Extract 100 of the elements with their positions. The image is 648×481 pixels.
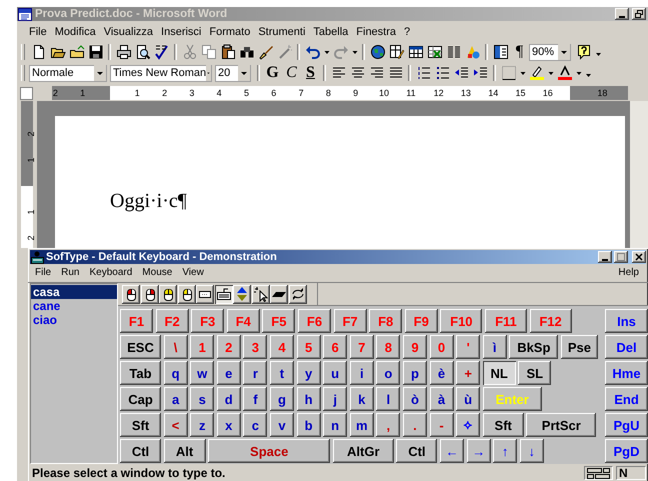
menu-item[interactable]: Inserisci [157, 26, 206, 38]
caret-icon[interactable] [94, 65, 106, 81]
document-icon[interactable] [18, 8, 32, 20]
table-icon[interactable] [408, 44, 424, 60]
scrollbar[interactable] [630, 101, 648, 248]
toolbar-button[interactable] [214, 284, 232, 304]
menu-item[interactable]: File [25, 26, 51, 38]
virtual-key[interactable]: PgU [605, 413, 648, 437]
toolbar-button[interactable] [288, 284, 306, 304]
undo-icon[interactable] [304, 44, 320, 60]
toolbar-button[interactable] [196, 284, 214, 304]
virtual-key[interactable]: Ctl [396, 439, 438, 463]
virtual-key[interactable]: u [323, 361, 348, 385]
word-suggestion[interactable]: cane [31, 299, 117, 313]
virtual-key[interactable]: ì [482, 335, 507, 359]
virtual-key[interactable]: End [605, 387, 648, 411]
menu-item[interactable]: ? [400, 26, 414, 38]
virtual-key[interactable]: s [190, 387, 214, 411]
document-map-icon[interactable] [492, 44, 508, 60]
italic-button[interactable]: C [282, 64, 301, 82]
globe-icon[interactable] [370, 44, 386, 60]
virtual-key[interactable]: x [216, 413, 241, 437]
virtual-key[interactable]: Tab [120, 361, 161, 385]
clipboard-icon[interactable] [220, 44, 236, 60]
minimize-button[interactable] [615, 8, 629, 20]
virtual-key[interactable]: AltGr [332, 439, 394, 463]
menu-item[interactable]: Formato [205, 26, 254, 38]
virtual-key[interactable]: BkSp [509, 335, 558, 359]
toolbar-button[interactable] [140, 284, 158, 304]
virtual-key[interactable]: m [350, 413, 374, 437]
minimize-button[interactable] [598, 251, 612, 263]
menu-item[interactable]: Visualizza [100, 26, 158, 38]
caret-icon[interactable] [558, 44, 570, 60]
help-icon[interactable] [576, 44, 592, 60]
virtual-key[interactable]: ↑ [493, 439, 518, 463]
menu-item[interactable]: Strumenti [254, 26, 310, 38]
virtual-key[interactable]: g [270, 387, 294, 411]
virtual-key[interactable]: ESC [120, 335, 161, 359]
font-color-icon[interactable] [556, 65, 572, 81]
virtual-key[interactable]: ò [402, 387, 427, 411]
toolbar-button[interactable] [252, 284, 270, 304]
toolbar-button[interactable] [122, 284, 140, 304]
spellcheck-icon[interactable] [154, 44, 170, 60]
menu-item[interactable]: Finestra [352, 26, 400, 38]
virtual-key[interactable]: l [376, 387, 400, 411]
word-suggestion[interactable]: casa [31, 285, 117, 299]
toolbar-button[interactable] [233, 284, 251, 304]
virtual-key[interactable]: SL [518, 361, 552, 385]
virtual-key[interactable]: Pse [560, 335, 598, 359]
virtual-key[interactable]: ⟡ [456, 413, 480, 437]
virtual-key[interactable]: h [296, 387, 321, 411]
virtual-key[interactable]: c [243, 413, 268, 437]
menu-item[interactable]: Mouse [137, 266, 178, 278]
menu-item[interactable]: View [177, 266, 209, 278]
menu-item[interactable]: Tabella [309, 26, 352, 38]
virtual-key[interactable]: ù [456, 387, 480, 411]
virtual-key[interactable]: PgD [605, 439, 648, 463]
spreadsheet-icon[interactable] [426, 44, 442, 60]
virtual-key[interactable]: Ctl [120, 439, 161, 463]
close-button[interactable] [632, 251, 646, 263]
restore-button[interactable] [632, 8, 646, 20]
virtual-key[interactable]: q [164, 361, 188, 385]
close-icon[interactable] [635, 253, 643, 261]
virtual-key[interactable]: p [402, 361, 427, 385]
tab-selector[interactable] [20, 86, 33, 100]
folder-icon[interactable] [68, 44, 84, 60]
virtual-key[interactable]: n [323, 413, 348, 437]
zoom-dropdown[interactable]: 90% [529, 44, 571, 60]
print-preview-icon[interactable] [134, 44, 150, 60]
virtual-key[interactable]: r [243, 361, 268, 385]
virtual-key[interactable]: ← [440, 439, 464, 463]
virtual-key[interactable]: a [164, 387, 188, 411]
virtual-key[interactable]: PrtScr [526, 413, 596, 437]
style-dropdown[interactable]: Normale [29, 64, 107, 82]
virtual-key[interactable]: NL [482, 361, 516, 385]
binoculars-icon[interactable] [238, 44, 254, 60]
show-marks-button[interactable]: ¶ [510, 42, 529, 62]
font-size-dropdown[interactable]: 20 [215, 64, 251, 82]
virtual-key[interactable]: Hme [605, 361, 648, 385]
virtual-key[interactable]: → [466, 439, 491, 463]
virtual-key[interactable]: Space [208, 439, 330, 463]
virtual-key[interactable]: t [270, 361, 294, 385]
virtual-key[interactable]: d [216, 387, 241, 411]
toolbar-button[interactable] [159, 284, 177, 304]
table-pencil-icon[interactable] [388, 44, 404, 60]
virtual-key[interactable]: z [190, 413, 214, 437]
virtual-key[interactable]: w [190, 361, 214, 385]
paintbrush-icon[interactable] [258, 44, 274, 60]
virtual-key[interactable]: è [430, 361, 454, 385]
menu-item[interactable]: Modifica [50, 26, 100, 38]
keyboard-icon[interactable] [31, 250, 44, 264]
caret-icon[interactable] [238, 65, 250, 81]
maximize-button[interactable] [614, 251, 628, 263]
virtual-key[interactable]: Sft [120, 413, 161, 437]
printer-icon[interactable] [116, 44, 132, 60]
virtual-key[interactable]: v [270, 413, 294, 437]
word-suggestion[interactable]: ciao [31, 313, 117, 327]
virtual-key[interactable]: Alt [164, 439, 206, 463]
virtual-key[interactable]: e [216, 361, 241, 385]
virtual-key[interactable]: < [164, 413, 188, 437]
